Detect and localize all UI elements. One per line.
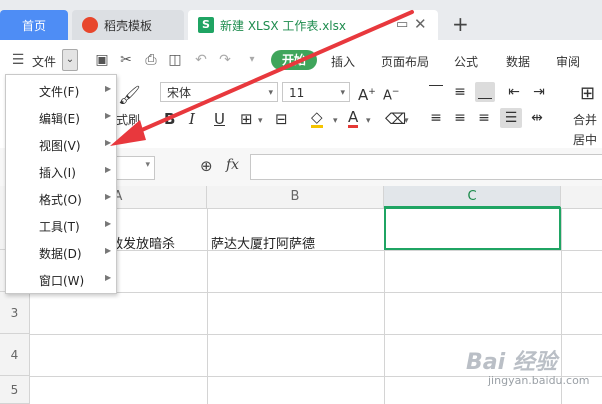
watermark-url: jingyan.baidu.com — [488, 374, 590, 387]
watermark: Bai 经验 jingyan.baidu.com — [462, 340, 602, 404]
arrow-shaft — [126, 10, 414, 138]
arrow-head — [110, 120, 146, 146]
watermark-logo: Bai 经验 — [466, 350, 557, 375]
